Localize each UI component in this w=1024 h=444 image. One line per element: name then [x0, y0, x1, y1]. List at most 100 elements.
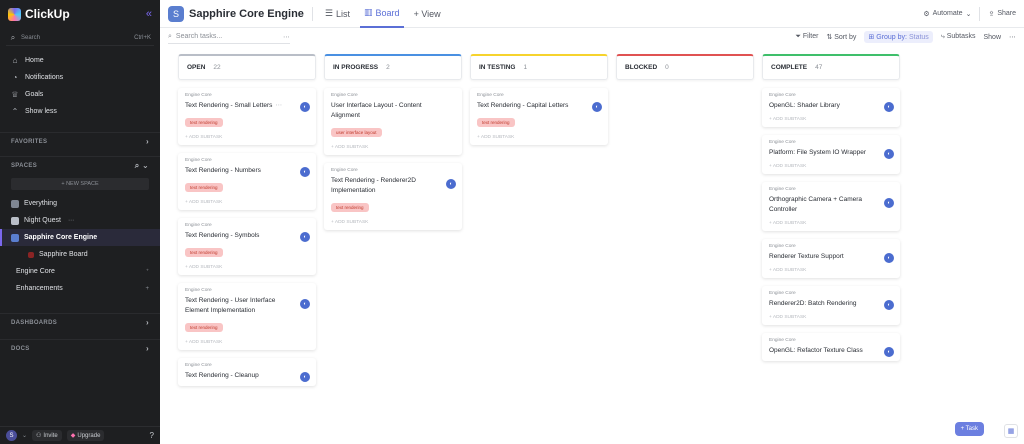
task-card[interactable]: Engine Core Text Rendering - Capital Lett…	[470, 88, 608, 145]
task-title[interactable]: Text Rendering - Symbols	[185, 231, 309, 241]
add-subtask-button[interactable]: + ADD SUBTASK	[185, 135, 309, 140]
task-title[interactable]: Text Rendering - Cleanup	[185, 371, 309, 381]
dots-icon[interactable]: ⋯	[68, 217, 74, 224]
automate-button[interactable]: ⚙ Automate ⌄	[923, 10, 971, 18]
upgrade-button[interactable]: ◆ Upgrade	[66, 430, 105, 441]
assignee-avatar-icon[interactable]: ◐	[884, 102, 894, 112]
more-options-icon[interactable]: ⋯	[283, 33, 290, 41]
task-tag[interactable]: user interface layout	[331, 128, 382, 137]
task-card[interactable]: Engine Core User Interface Layout - Conte…	[324, 88, 462, 155]
column-header[interactable]: IN TESTING 1	[470, 54, 608, 80]
task-tag[interactable]: text rendering	[477, 118, 515, 127]
task-card[interactable]: Engine Core Renderer Texture Support + ADD…	[762, 239, 900, 278]
group-by-button[interactable]: ⊞ Group by: Status	[864, 31, 933, 43]
nav-home[interactable]: ⌂ Home	[0, 52, 160, 69]
nav-goals[interactable]: ♕ Goals	[0, 86, 160, 103]
add-subtask-button[interactable]: + ADD SUBTASK	[477, 135, 601, 140]
list-engine-core[interactable]: Engine Core ⁺	[0, 263, 160, 280]
apps-grid-icon[interactable]: ▦	[1004, 424, 1018, 438]
board-sapphire[interactable]: Sapphire Board	[0, 246, 160, 263]
task-title[interactable]: Text Rendering - Numbers	[185, 166, 309, 176]
help-icon[interactable]: ?	[150, 431, 154, 440]
add-subtask-button[interactable]: + ADD SUBTASK	[185, 265, 309, 270]
task-title[interactable]: Platform: File System IO Wrapper	[769, 148, 893, 158]
add-subtask-button[interactable]: + ADD SUBTASK	[331, 145, 455, 150]
assignee-avatar-icon[interactable]: ◐	[592, 102, 602, 112]
task-card[interactable]: Engine Core Text Rendering - Symbols text …	[178, 218, 316, 275]
task-title[interactable]: User Interface Layout - Content Alignmen…	[331, 101, 455, 121]
assignee-avatar-icon[interactable]: ◐	[300, 372, 310, 382]
task-title[interactable]: Text Rendering - User Interface Element …	[185, 296, 309, 316]
assignee-avatar-icon[interactable]: ◐	[446, 179, 456, 189]
nav-notifications[interactable]: ◔ Notifications	[0, 69, 160, 86]
space-night-quest[interactable]: Night Quest ⋯	[0, 212, 160, 229]
assignee-avatar-icon[interactable]: ◐	[300, 102, 310, 112]
task-card[interactable]: Engine Core Renderer2D: Batch Rendering + …	[762, 286, 900, 325]
spaces-search-icon[interactable]: ⌕ ⌄	[135, 161, 149, 171]
task-tag[interactable]: text rendering	[185, 183, 223, 192]
column-header[interactable]: BLOCKED 0	[616, 54, 754, 80]
task-title[interactable]: Text Rendering - Small Letters ⋯	[185, 101, 309, 111]
column-header[interactable]: COMPLETE 47	[762, 54, 900, 80]
space-sapphire-core-engine[interactable]: Sapphire Core Engine	[0, 229, 160, 246]
tab-list[interactable]: ☰ List	[321, 0, 354, 28]
tab-board[interactable]: ▥ Board	[360, 0, 404, 28]
task-card[interactable]: Engine Core OpenGL: Refactor Texture Clas…	[762, 333, 900, 361]
assignee-avatar-icon[interactable]: ◐	[300, 232, 310, 242]
task-card[interactable]: Engine Core Orthographic Camera + Camera …	[762, 182, 900, 231]
sidebar-search[interactable]: ⌕ Search Ctrl+K	[6, 31, 154, 46]
folder-enhancements[interactable]: Enhancements +	[0, 280, 160, 297]
show-button[interactable]: Show	[983, 34, 1001, 41]
task-tag[interactable]: text rendering	[185, 118, 223, 127]
task-card[interactable]: Engine Core Text Rendering - Cleanup ◐	[178, 358, 316, 386]
task-tag[interactable]: text rendering	[331, 203, 369, 212]
collapse-sidebar-icon[interactable]: «	[146, 8, 152, 20]
page-title[interactable]: Sapphire Core Engine	[189, 8, 304, 20]
column-header[interactable]: IN PROGRESS 2	[324, 54, 462, 80]
task-card[interactable]: Engine Core Text Rendering - Numbers text …	[178, 153, 316, 210]
dashboards-section[interactable]: DASHBOARDS ›	[0, 313, 160, 331]
add-subtask-button[interactable]: + ADD SUBTASK	[769, 221, 893, 226]
plus-icon[interactable]: +	[145, 286, 149, 292]
assignee-avatar-icon[interactable]: ◐	[300, 167, 310, 177]
task-card[interactable]: Engine Core Text Rendering - Small Letter…	[178, 88, 316, 145]
task-card[interactable]: Engine Core Text Rendering - Renderer2D I…	[324, 163, 462, 230]
add-subtask-button[interactable]: + ADD SUBTASK	[185, 200, 309, 205]
add-subtask-button[interactable]: + ADD SUBTASK	[331, 220, 455, 225]
clickup-logo[interactable]: ClickUp	[8, 7, 70, 21]
add-subtask-button[interactable]: + ADD SUBTASK	[185, 340, 309, 345]
chevron-down-icon[interactable]: ⌄	[22, 432, 27, 439]
sort-button[interactable]: ⇅ Sort by	[826, 33, 856, 41]
add-subtask-button[interactable]: + ADD SUBTASK	[769, 268, 893, 273]
task-card[interactable]: Engine Core Platform: File System IO Wrap…	[762, 135, 900, 174]
user-avatar[interactable]: S	[6, 430, 17, 441]
task-card[interactable]: Engine Core OpenGL: Shader Library + ADD S…	[762, 88, 900, 127]
task-title[interactable]: Renderer Texture Support	[769, 252, 893, 262]
add-subtask-button[interactable]: + ADD SUBTASK	[769, 164, 893, 169]
task-search[interactable]: ⌕ Search tasks... ⋯	[168, 30, 290, 44]
task-card[interactable]: Engine Core Text Rendering - User Interfa…	[178, 283, 316, 350]
column-header[interactable]: OPEN 22	[178, 54, 316, 80]
invite-button[interactable]: ⚇ Invite	[32, 430, 62, 441]
task-title[interactable]: Text Rendering - Renderer2D Implementati…	[331, 176, 455, 196]
spaces-section[interactable]: SPACES ⌕ ⌄	[0, 156, 160, 174]
task-tag[interactable]: text rendering	[185, 248, 223, 257]
task-tag[interactable]: text rendering	[185, 323, 223, 332]
task-title[interactable]: Renderer2D: Batch Rendering	[769, 299, 893, 309]
new-task-button[interactable]: + Task	[954, 422, 984, 436]
share-button[interactable]: ⇪ Share	[988, 10, 1016, 18]
assignee-avatar-icon[interactable]: ◐	[884, 149, 894, 159]
assignee-avatar-icon[interactable]: ◐	[300, 299, 310, 309]
nav-show-less[interactable]: ⌃ Show less	[0, 103, 160, 120]
new-space-button[interactable]: + NEW SPACE	[11, 178, 149, 190]
filter-button[interactable]: ⏷ Filter	[795, 33, 818, 41]
assignee-avatar-icon[interactable]: ◐	[884, 300, 894, 310]
add-subtask-button[interactable]: + ADD SUBTASK	[769, 117, 893, 122]
task-title[interactable]: Text Rendering - Capital Letters	[477, 101, 601, 111]
assignee-avatar-icon[interactable]: ◐	[884, 253, 894, 263]
subtasks-button[interactable]: ⤷ Subtasks	[941, 33, 976, 41]
favorites-section[interactable]: FAVORITES ›	[0, 132, 160, 150]
task-title[interactable]: OpenGL: Refactor Texture Class	[769, 346, 893, 356]
assignee-avatar-icon[interactable]: ◐	[884, 347, 894, 357]
task-title[interactable]: Orthographic Camera + Camera Controller	[769, 195, 893, 215]
